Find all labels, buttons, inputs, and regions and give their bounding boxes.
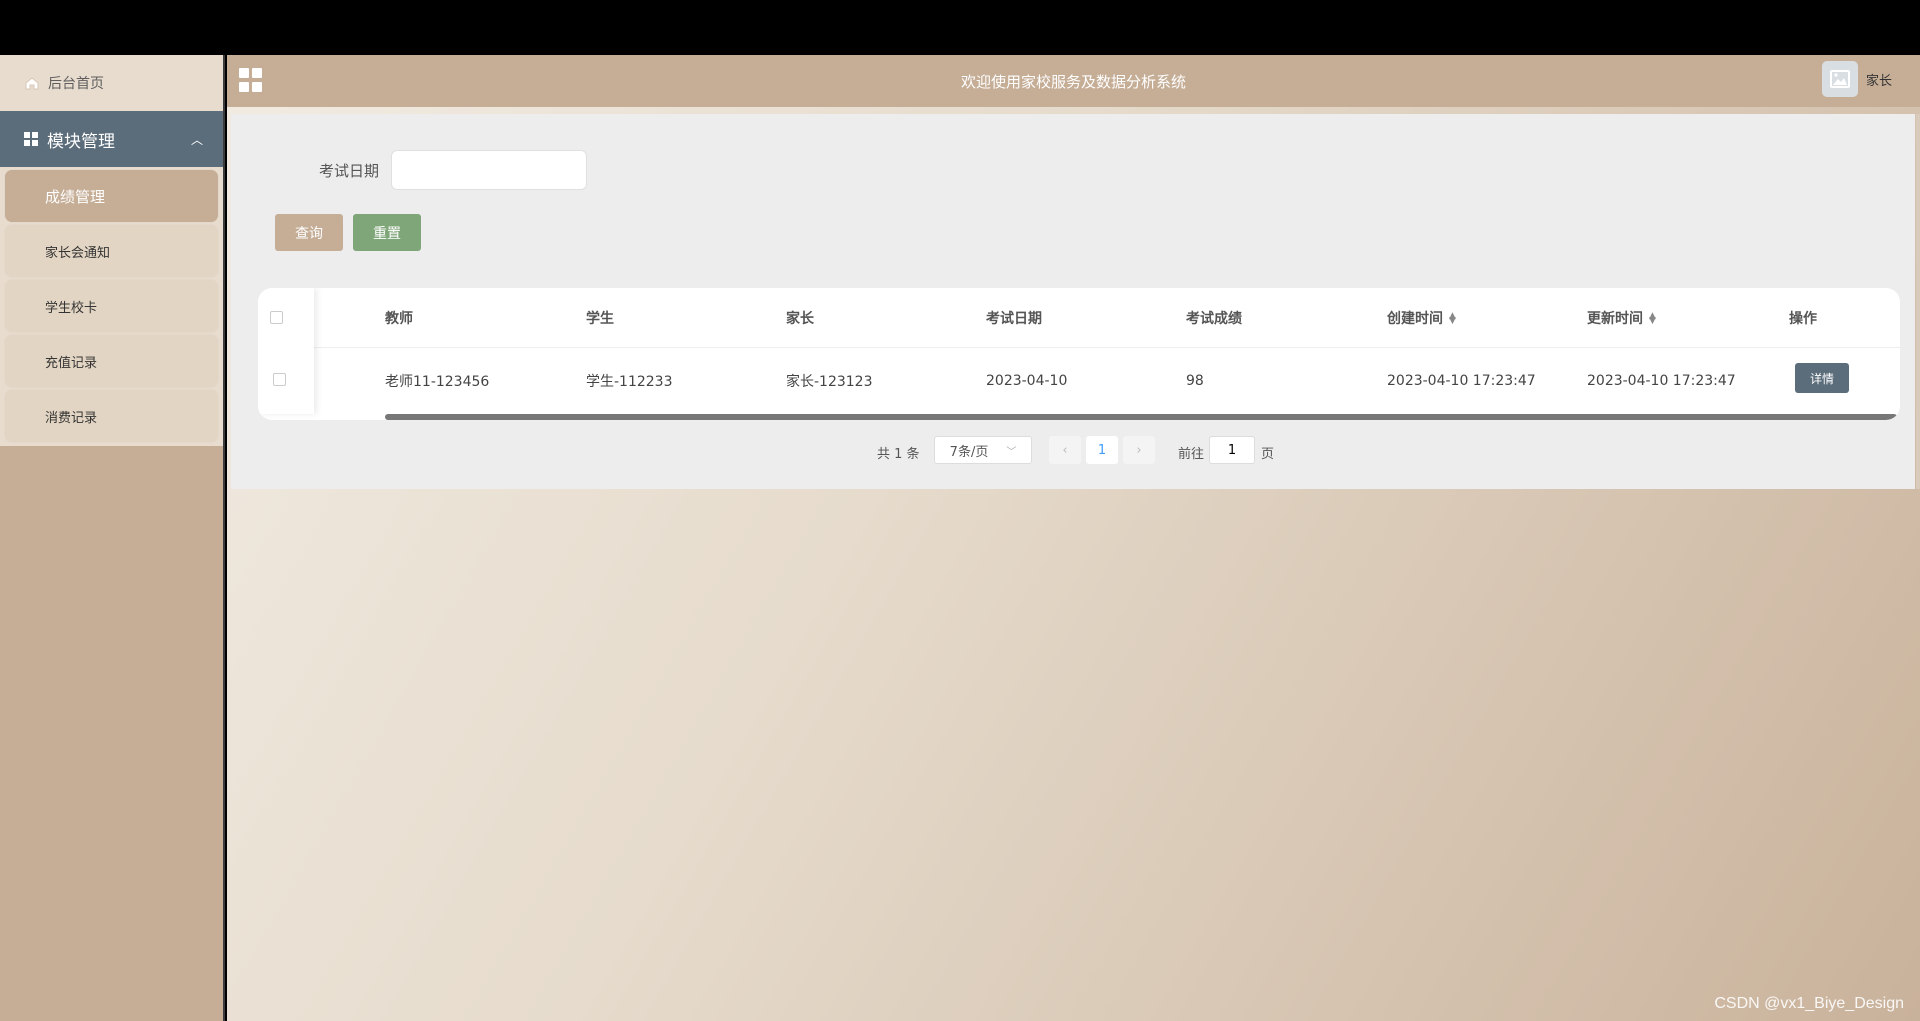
page-number[interactable]: 1 — [1086, 436, 1118, 464]
column-header-student: 学生 — [586, 310, 614, 327]
column-header-updated-label: 更新时间 — [1587, 310, 1643, 327]
sidebar-home-label: 后台首页 — [48, 76, 104, 92]
cell-student: 学生-112233 — [586, 374, 673, 390]
grid-icon — [24, 132, 38, 146]
next-page-button[interactable]: › — [1123, 436, 1155, 464]
cell-created: 2023-04-10 17:23:47 — [1387, 373, 1536, 389]
selection-column — [258, 288, 314, 414]
watermark: CSDN @vx1_Biye_Design — [1714, 995, 1904, 1012]
table-row: 老师11-123456 学生-112233 家长-123123 2023-04-… — [258, 348, 1900, 414]
sort-icon[interactable]: ▲ ▼ — [1649, 311, 1656, 325]
sidebar-module-label: 模块管理 — [47, 131, 115, 152]
sidebar-item-home[interactable]: 后台首页 — [0, 55, 223, 111]
app-header: 欢迎使用家校服务及数据分析系统 家长 — [227, 55, 1920, 107]
sidebar-item-label: 消费记录 — [45, 410, 98, 426]
chevron-down-icon: ﹀ — [1006, 446, 1017, 458]
sidebar-item-scores[interactable]: 成绩管理 — [5, 170, 218, 222]
cell-exam-date: 2023-04-10 — [986, 373, 1068, 389]
content-edge — [1916, 114, 1920, 489]
pagination: 共 1 条 7条/页 ﹀ ‹ 1 › 前往 页 — [227, 436, 1920, 466]
top-black-bar — [0, 0, 1920, 55]
goto-page-input[interactable] — [1209, 436, 1255, 464]
row-checkbox[interactable] — [273, 373, 286, 386]
query-button[interactable]: 查询 — [275, 214, 343, 251]
cell-score: 98 — [1186, 373, 1204, 389]
sidebar-item-label: 成绩管理 — [45, 187, 106, 206]
horizontal-scrollbar[interactable] — [385, 414, 1897, 420]
sidebar-item-label: 学生校卡 — [45, 300, 98, 316]
sidebar-item-recharge[interactable]: 充值记录 — [5, 335, 218, 387]
cell-parent: 家长-123123 — [786, 374, 873, 390]
sidebar: 后台首页 模块管理 ︿ 成绩管理 家长会通知 学生校卡 充值记录 消费记录 — [0, 55, 225, 1021]
page-size-value: 7条/页 — [949, 444, 989, 460]
search-form: 考试日期 — [319, 150, 588, 190]
sort-icon[interactable]: ▲ ▼ — [1449, 311, 1456, 325]
user-menu[interactable]: 家长 — [1821, 61, 1892, 97]
sidebar-module-toggle[interactable]: 模块管理 ︿ — [0, 111, 223, 167]
cell-updated: 2023-04-10 17:23:47 — [1587, 373, 1736, 389]
reset-button[interactable]: 重置 — [353, 214, 421, 251]
table-header: 教师 学生 家长 考试日期 考试成绩 创建时间 ▲ ▼ 更新时间 ▲ ▼ 操作 — [258, 288, 1900, 348]
chevron-up-icon: ︿ — [190, 132, 203, 147]
prev-page-button[interactable]: ‹ — [1049, 436, 1081, 464]
column-header-created-label: 创建时间 — [1387, 310, 1443, 327]
exam-date-label: 考试日期 — [319, 161, 380, 180]
avatar — [1821, 61, 1858, 97]
sidebar-item-consumption[interactable]: 消费记录 — [5, 390, 218, 442]
column-header-updated[interactable]: 更新时间 ▲ ▼ — [1587, 308, 1656, 328]
page-title: 欢迎使用家校服务及数据分析系统 — [960, 72, 1186, 91]
sidebar-item-parent-meeting[interactable]: 家长会通知 — [5, 225, 218, 277]
page-size-select[interactable]: 7条/页 ﹀ — [934, 436, 1032, 464]
user-label: 家长 — [1865, 73, 1892, 89]
sidebar-submenu: 成绩管理 家长会通知 学生校卡 充值记录 消费记录 — [0, 167, 223, 446]
column-header-teacher: 教师 — [385, 310, 413, 327]
main-area: 欢迎使用家校服务及数据分析系统 家长 考试日期 查询 重置 教师 学生 家长 考… — [227, 55, 1920, 1021]
goto-label: 前往 — [1178, 447, 1205, 462]
column-header-created[interactable]: 创建时间 ▲ ▼ — [1387, 308, 1456, 328]
content-panel: 考试日期 查询 重置 教师 学生 家长 考试日期 考试成绩 创建时间 ▲ ▼ 更新时… — [231, 114, 1915, 489]
select-all-checkbox[interactable] — [270, 311, 283, 324]
pagination-total: 共 1 条 — [877, 447, 920, 462]
cell-teacher: 老师11-123456 — [385, 374, 490, 390]
detail-button[interactable]: 详情 — [1795, 363, 1849, 393]
column-header-parent: 家长 — [786, 310, 814, 327]
image-placeholder-icon — [1829, 70, 1850, 88]
home-icon — [25, 77, 39, 90]
scores-table: 教师 学生 家长 考试日期 考试成绩 创建时间 ▲ ▼ 更新时间 ▲ ▼ 操作 老师11… — [258, 288, 1900, 420]
exam-date-input[interactable] — [391, 150, 588, 190]
sidebar-item-label: 家长会通知 — [45, 245, 111, 261]
column-header-exam-date: 考试日期 — [986, 310, 1042, 327]
sidebar-item-label: 充值记录 — [45, 355, 98, 371]
sidebar-item-student-card[interactable]: 学生校卡 — [5, 280, 218, 332]
column-header-score: 考试成绩 — [1186, 310, 1242, 327]
page-unit-label: 页 — [1261, 447, 1275, 462]
column-header-actions: 操作 — [1789, 310, 1817, 327]
